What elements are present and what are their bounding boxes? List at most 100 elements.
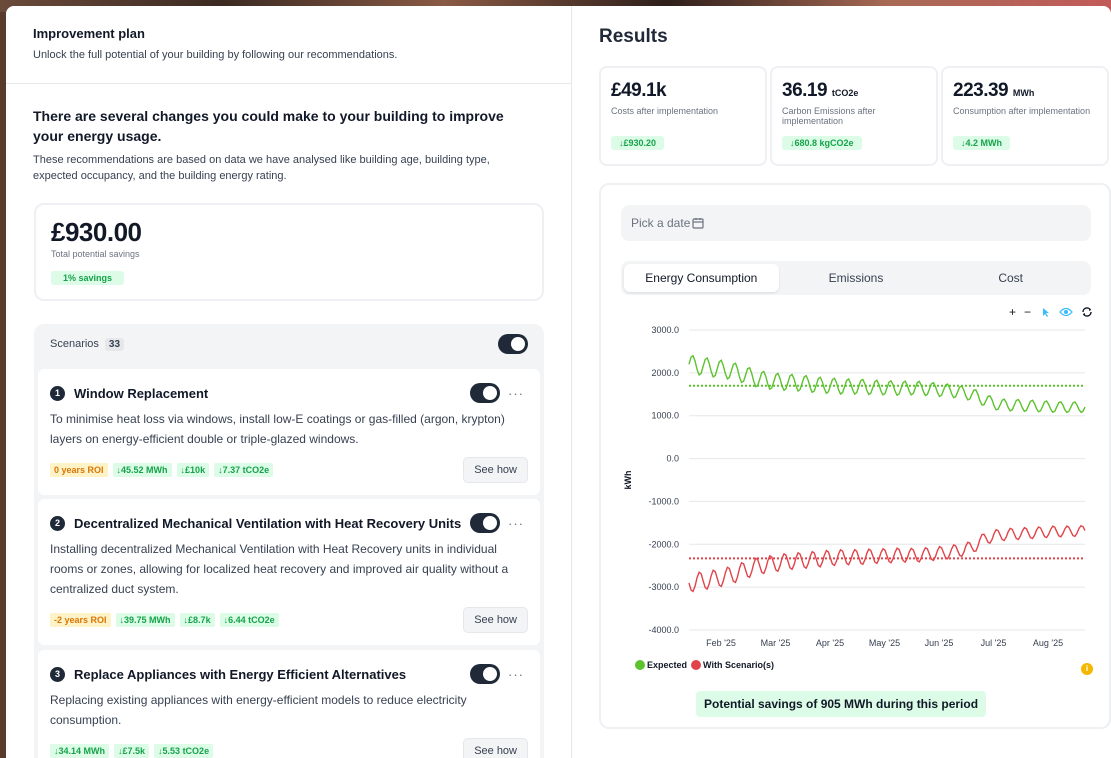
chart-card: Pick a date Energy Consumption Emissions… bbox=[599, 183, 1111, 729]
scenarios-section: Scenarios 33 1 Window Replacement ··· To… bbox=[34, 324, 544, 758]
kpi-value: £49.1k bbox=[611, 80, 667, 101]
x-tick-label: Jun '25 bbox=[925, 638, 954, 648]
emissions-tag: ↓7.37 tCO2e bbox=[214, 463, 274, 477]
tab-cost[interactable]: Cost bbox=[933, 264, 1088, 292]
scenario-title: Replace Appliances with Energy Efficient… bbox=[74, 666, 407, 682]
see-how-button[interactable]: See how bbox=[463, 738, 528, 758]
scenario-title: Decentralized Mechanical Ventilation wit… bbox=[74, 515, 462, 531]
savings-card: £930.00 Total potential savings 1% savin… bbox=[34, 203, 544, 301]
scenarios-label: Scenarios bbox=[50, 338, 99, 350]
y-axis-label: kWh bbox=[623, 471, 633, 490]
more-options-icon[interactable]: ··· bbox=[500, 386, 528, 401]
more-options-icon[interactable]: ··· bbox=[500, 516, 528, 531]
scenarios-header: Scenarios 33 bbox=[34, 324, 544, 364]
results-title: Results bbox=[599, 26, 668, 47]
date-picker[interactable]: Pick a date bbox=[621, 205, 1091, 241]
intro: There are several changes you could make… bbox=[6, 84, 526, 184]
kpi-delta: ↓680.8 kgCO2e bbox=[782, 136, 862, 150]
calendar-icon bbox=[692, 218, 704, 229]
results-panel: Results £49.1k Costs after implementatio… bbox=[572, 6, 1111, 758]
y-tick-label: -4000.0 bbox=[648, 625, 679, 635]
panel-subtitle: Unlock the full potential of your buildi… bbox=[33, 49, 398, 61]
legend-label: With Scenario(s) bbox=[703, 660, 774, 670]
more-options-icon[interactable]: ··· bbox=[500, 667, 528, 682]
kpi-value: 223.39 bbox=[953, 80, 1009, 101]
scenario-toggle[interactable] bbox=[470, 513, 500, 533]
improvement-panel: Improvement plan Unlock the full potenti… bbox=[6, 6, 572, 758]
chart-tabs: Energy Consumption Emissions Cost bbox=[621, 261, 1091, 295]
scenarios-count: 33 bbox=[104, 337, 125, 351]
cost-tag: ↓£7.5k bbox=[114, 744, 150, 758]
savings-badge: 1% savings bbox=[51, 271, 125, 285]
intro-paragraph: These recommendations are based on data … bbox=[33, 154, 490, 182]
x-tick-label: Aug '25 bbox=[1033, 638, 1063, 648]
scenario-toggle[interactable] bbox=[470, 383, 500, 403]
legend-dot bbox=[691, 660, 702, 670]
emissions-tag: ↓5.53 tCO2e bbox=[154, 744, 214, 758]
app-window: Improvement plan Unlock the full potenti… bbox=[6, 6, 1111, 758]
legend-dot bbox=[635, 660, 645, 670]
kpi-card-cost: £49.1k Costs after implementation ↓£930.… bbox=[599, 66, 767, 166]
y-tick-label: 2000.0 bbox=[651, 368, 679, 378]
savings-summary: Potential savings of 905 MWh during this… bbox=[696, 691, 987, 717]
cost-tag: ↓£8.7k bbox=[179, 613, 215, 627]
cost-tag: ↓£10k bbox=[176, 463, 210, 477]
tab-emissions[interactable]: Emissions bbox=[779, 264, 934, 292]
scenario-number: 1 bbox=[50, 385, 65, 401]
y-tick-label: -1000.0 bbox=[648, 496, 679, 506]
kpi-delta: ↓£930.20 bbox=[611, 136, 665, 150]
savings-value: £930.00 bbox=[51, 217, 142, 247]
scenario-description: Installing decentralized Mechanical Vent… bbox=[50, 542, 509, 596]
energy-tag: ↓34.14 MWh bbox=[50, 744, 110, 758]
x-tick-label: Mar '25 bbox=[761, 638, 791, 648]
see-how-button[interactable]: See how bbox=[463, 457, 528, 483]
legend-label: Expected bbox=[647, 660, 688, 670]
scenario-card: 2 Decentralized Mechanical Ventilation w… bbox=[38, 499, 540, 645]
emissions-tag: ↓6.44 tCO2e bbox=[219, 613, 279, 627]
y-tick-label: -2000.0 bbox=[648, 539, 679, 549]
x-tick-label: May '25 bbox=[869, 638, 900, 648]
kpi-value: 36.19 bbox=[782, 80, 828, 101]
scenario-description: Replacing existing appliances with energ… bbox=[50, 693, 467, 727]
kpi-label: Carbon Emissions after implementation bbox=[782, 106, 876, 126]
panel-title: Improvement plan bbox=[33, 26, 145, 41]
x-tick-label: Apr '25 bbox=[816, 638, 844, 648]
kpi-unit: MWh bbox=[1012, 88, 1035, 98]
kpi-card-emissions: 36.19 tCO2e Carbon Emissions after imple… bbox=[770, 66, 938, 166]
energy-tag: ↓39.75 MWh bbox=[115, 613, 175, 627]
y-tick-label: 3000.0 bbox=[651, 325, 679, 335]
savings-label: Total potential savings bbox=[51, 249, 140, 259]
scenario-card: 1 Window Replacement ··· To minimise hea… bbox=[38, 369, 540, 495]
kpi-label: Costs after implementation bbox=[611, 106, 719, 116]
y-tick-label: -3000.0 bbox=[648, 582, 679, 592]
expected-line bbox=[688, 354, 1086, 414]
kpi-delta: ↓4.2 MWh bbox=[953, 136, 1011, 150]
chart-legend: Expected With Scenario(s) bbox=[635, 660, 774, 670]
legend-expected[interactable]: Expected bbox=[635, 660, 687, 670]
panel-header: Improvement plan Unlock the full potenti… bbox=[6, 6, 571, 84]
scenario-description: To minimise heat loss via windows, insta… bbox=[50, 412, 505, 446]
scenario-title: Window Replacement bbox=[74, 385, 209, 401]
tab-energy-consumption[interactable]: Energy Consumption bbox=[624, 264, 779, 292]
energy-chart: 3000.0 2000.0 1000.0 0.0 -1000.0 -2000.0 -3000… bbox=[623, 325, 1086, 648]
scenario-toggle[interactable] bbox=[470, 664, 500, 684]
kpi-card-consumption: 223.39 MWh Consumption after implementat… bbox=[941, 66, 1109, 166]
roi-tag: -2 years ROI bbox=[50, 613, 111, 627]
roi-tag: 0 years ROI bbox=[50, 463, 108, 477]
y-tick-label: 0.0 bbox=[666, 454, 679, 464]
see-how-button[interactable]: See how bbox=[463, 607, 528, 633]
x-tick-label: Jul '25 bbox=[981, 638, 1007, 648]
scenario-number: 3 bbox=[50, 666, 65, 682]
kpi-unit: tCO2e bbox=[831, 88, 859, 98]
x-tick-label: Feb '25 bbox=[706, 638, 736, 648]
legend-scenario[interactable]: With Scenario(s) bbox=[691, 660, 774, 670]
y-tick-label: 1000.0 bbox=[651, 411, 679, 421]
date-placeholder: Pick a date bbox=[631, 216, 691, 230]
kpi-label: Consumption after implementation bbox=[953, 106, 1091, 116]
scenarios-master-toggle[interactable] bbox=[498, 334, 528, 354]
intro-heading: There are several changes you could make… bbox=[33, 108, 504, 144]
info-icon[interactable]: i bbox=[1081, 663, 1093, 675]
energy-tag: ↓45.52 MWh bbox=[112, 463, 172, 477]
scenario-number: 2 bbox=[50, 515, 65, 531]
scenario-card: 3 Replace Appliances with Energy Efficie… bbox=[38, 650, 540, 758]
